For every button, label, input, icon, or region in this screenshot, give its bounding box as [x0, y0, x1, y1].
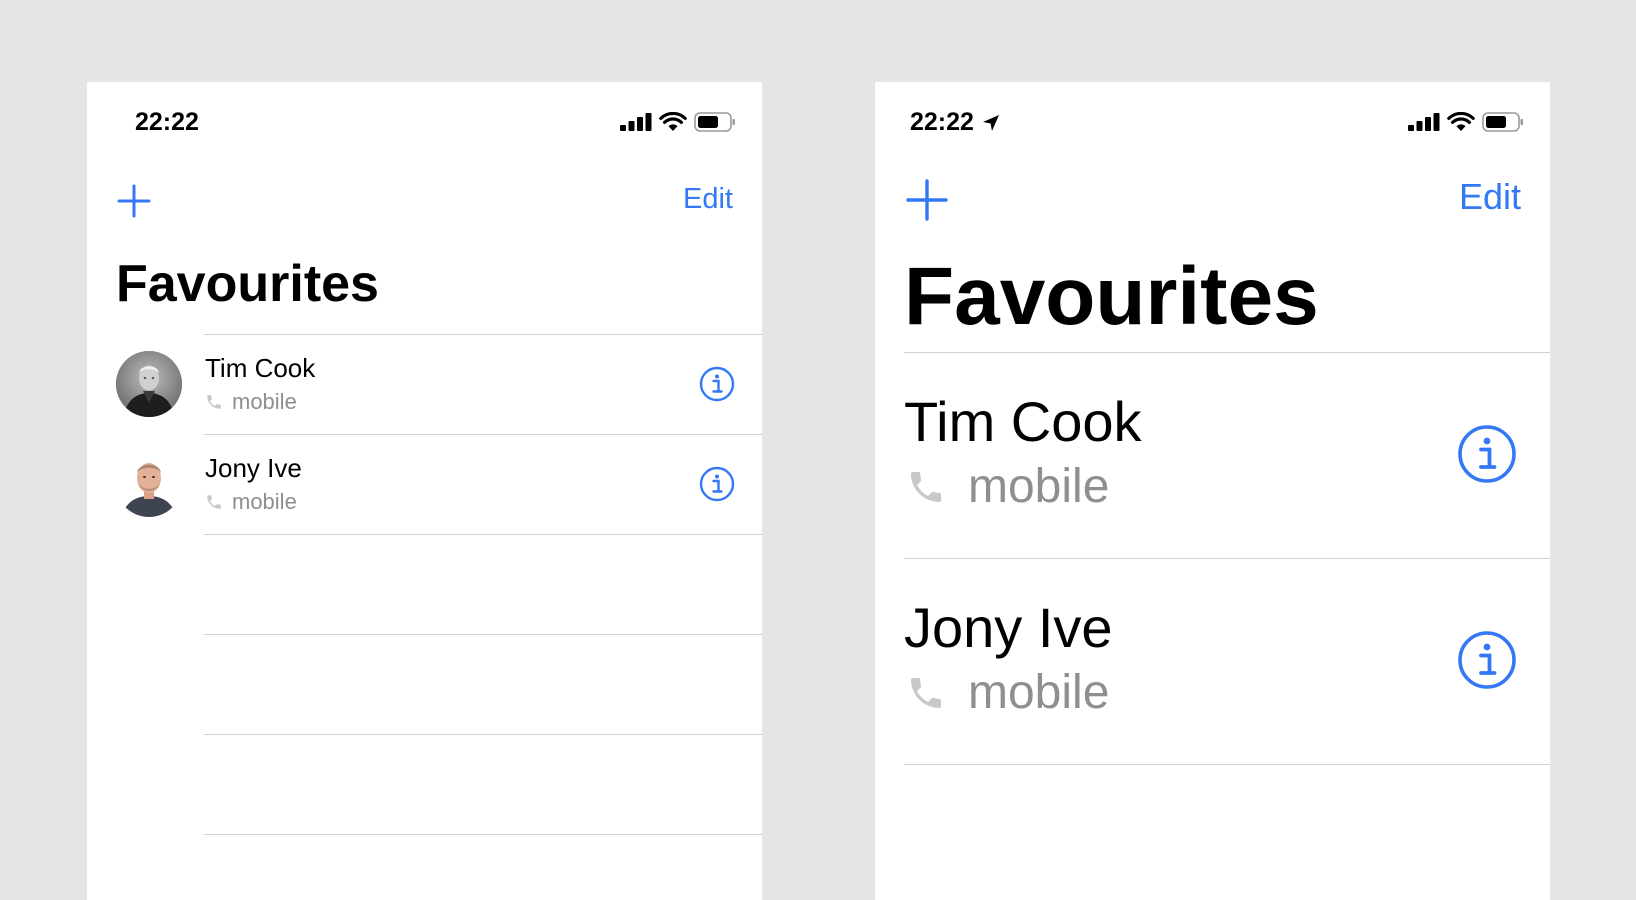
- favourite-row-tim-cook[interactable]: Tim Cook mobile: [875, 353, 1550, 558]
- empty-row-separator: [204, 634, 762, 635]
- contact-name: Jony Ive: [205, 453, 302, 483]
- avatar-photo: [116, 451, 182, 517]
- separator: [204, 534, 762, 535]
- contact-label: mobile: [906, 665, 1109, 720]
- edit-button[interactable]: Edit: [683, 183, 733, 216]
- wifi-icon: [659, 112, 687, 131]
- info-icon[interactable]: [1457, 424, 1517, 484]
- cellular-signal-icon: [620, 113, 652, 131]
- phone-icon: [911, 677, 941, 708]
- avatar-photo: [116, 351, 182, 417]
- separator: [904, 764, 1550, 765]
- favourite-row-jony-ive[interactable]: Jony Ive mobile: [87, 435, 762, 534]
- status-icons: [1408, 112, 1524, 132]
- avatar: [116, 451, 182, 517]
- battery-icon: [694, 112, 735, 132]
- phone-icon: [207, 495, 221, 509]
- phone-screen-large-text: 22:22 Edit Favourites Tim Cook mobile Jo…: [875, 82, 1550, 900]
- contact-name: Tim Cook: [904, 390, 1142, 453]
- phone-icon: [911, 471, 941, 502]
- favourite-row-jony-ive[interactable]: Jony Ive mobile: [875, 559, 1550, 764]
- empty-row-separator: [204, 734, 762, 735]
- phone-screen-standard: 22:22 Edit Favourites Tim Cook mobile Jo…: [87, 82, 762, 900]
- status-time: 22:22: [135, 108, 199, 136]
- plus-icon[interactable]: [117, 184, 151, 218]
- status-icons: [620, 112, 736, 132]
- phone-icon: [207, 395, 221, 409]
- contact-label: mobile: [205, 389, 297, 415]
- battery-icon: [1482, 112, 1523, 132]
- empty-row-separator: [204, 834, 762, 835]
- location-arrow-icon: [982, 114, 999, 131]
- contact-name: Jony Ive: [904, 596, 1113, 659]
- plus-icon[interactable]: [906, 179, 948, 221]
- contact-label: mobile: [205, 489, 297, 515]
- page-title: Favourites: [116, 255, 379, 313]
- contact-name: Tim Cook: [205, 353, 316, 383]
- avatar: [116, 351, 182, 417]
- wifi-icon: [1447, 112, 1475, 131]
- edit-button[interactable]: Edit: [1459, 176, 1521, 218]
- favourite-row-tim-cook[interactable]: Tim Cook mobile: [87, 335, 762, 434]
- cellular-signal-icon: [1408, 113, 1440, 131]
- contact-label: mobile: [906, 459, 1109, 514]
- info-icon[interactable]: [699, 366, 735, 402]
- info-icon[interactable]: [699, 466, 735, 502]
- info-icon[interactable]: [1457, 630, 1517, 690]
- page-title: Favourites: [904, 251, 1319, 342]
- status-time: 22:22: [910, 108, 1000, 137]
